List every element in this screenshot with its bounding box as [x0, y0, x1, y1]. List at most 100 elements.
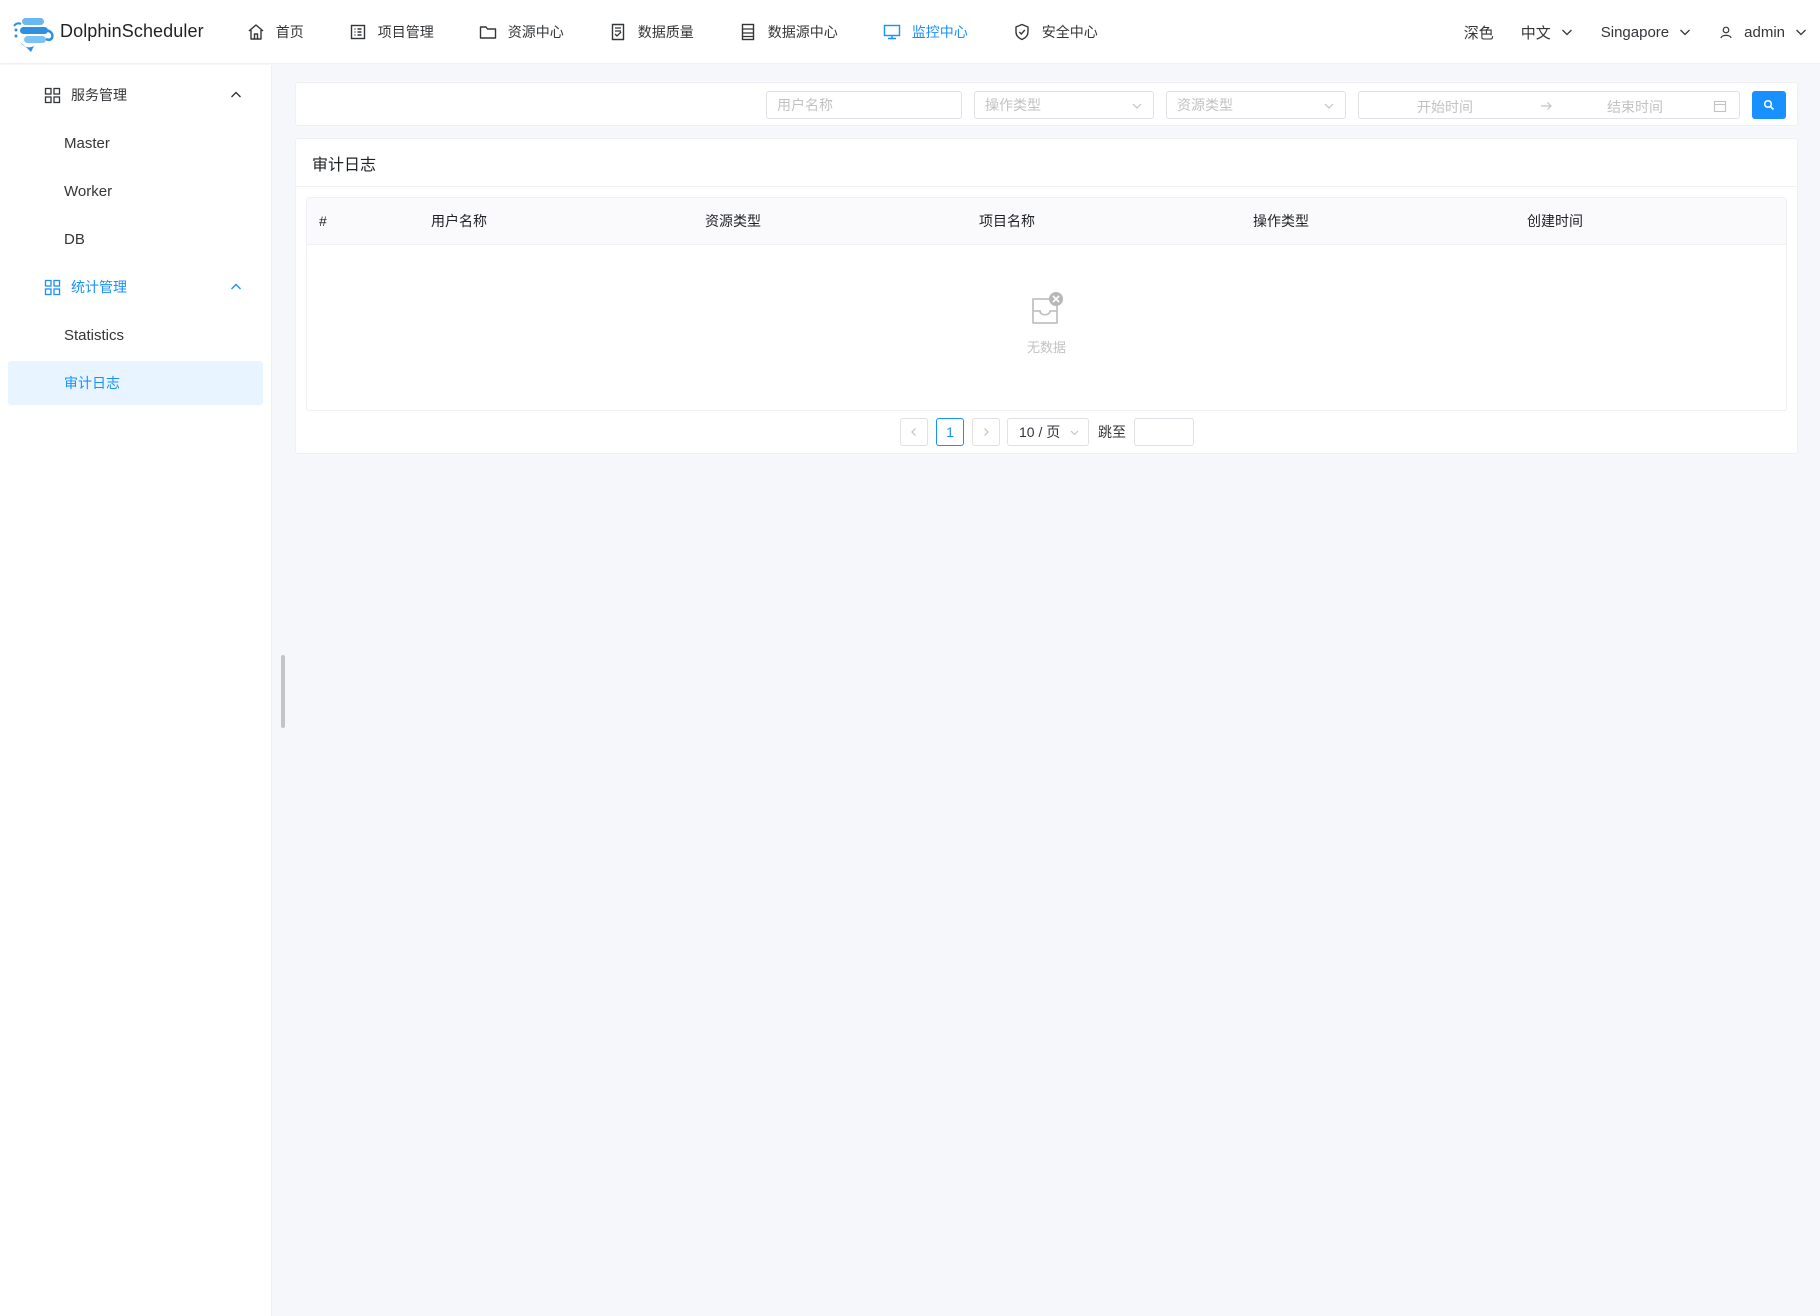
sidebar-item-db[interactable]: DB — [8, 217, 263, 261]
jump-page-input[interactable] — [1134, 418, 1194, 446]
chevron-down-icon — [1561, 29, 1572, 36]
nav-data-quality-label: 数据质量 — [637, 23, 694, 40]
user-name: admin — [1744, 23, 1785, 41]
nav-home[interactable]: 首页 — [232, 0, 326, 64]
chevron-up-icon — [231, 91, 241, 98]
page-number-button[interactable]: 1 — [936, 418, 964, 446]
chevron-down-icon — [1796, 29, 1806, 36]
column-header-user-name: 用户名称 — [431, 213, 487, 229]
user-icon — [1720, 26, 1732, 39]
operation-type-placeholder: 操作类型 — [985, 97, 1041, 113]
search-card: 用户名称 操作类型 资源类型 开始时间 结束时间 — [295, 82, 1798, 126]
theme-toggle[interactable]: 深色 — [1464, 22, 1494, 43]
chevron-down-icon — [1324, 103, 1334, 109]
data-quality-icon — [611, 23, 624, 40]
monitor-icon — [883, 24, 900, 39]
app-name: DolphinScheduler — [60, 21, 204, 41]
search-icon — [1763, 99, 1775, 111]
column-header-operation-type: 操作类型 — [1253, 213, 1309, 229]
arrow-right-icon — [1541, 102, 1552, 110]
datasource-icon — [741, 23, 754, 40]
chevron-left-icon — [911, 428, 916, 436]
audit-log-card: 审计日志 # 用户名称 资源类型 项目名称 操作类型 创建时间 无数据 1 10… — [295, 138, 1798, 454]
top-nav: 首页 项目管理 资源中心 数据质量 数据源中心 监控中心 安全中心 — [232, 0, 1120, 64]
grid-icon — [44, 87, 61, 103]
timezone-label: Singapore — [1600, 23, 1670, 41]
chevron-down-icon — [1132, 103, 1142, 109]
timezone-select[interactable]: Singapore — [1601, 24, 1692, 41]
pagination: 1 10 / 页 跳至 — [296, 418, 1797, 448]
chevron-down-icon — [1680, 29, 1691, 36]
sidebar-resize-handle[interactable] — [281, 655, 285, 728]
folder-icon — [479, 25, 496, 39]
header-tools: 深色 中文 Singapore admin — [1464, 0, 1820, 64]
nav-datasource[interactable]: 数据源中心 — [716, 0, 860, 64]
column-header-project-name: 项目名称 — [979, 213, 1035, 229]
sidebar-item-label: 审计日志 — [64, 375, 120, 391]
card-title: 审计日志 — [296, 139, 1797, 187]
home-icon — [248, 23, 264, 40]
empty-state: 无数据 — [307, 245, 1786, 411]
theme-label: 深色 — [1463, 24, 1494, 42]
empty-inbox-icon — [1032, 292, 1063, 324]
nav-project-label: 项目管理 — [377, 23, 434, 40]
user-name-input[interactable]: 用户名称 — [766, 91, 962, 119]
nav-resource-label: 资源中心 — [507, 23, 564, 40]
nav-monitor[interactable]: 监控中心 — [860, 0, 990, 64]
chevron-up-icon — [231, 283, 241, 290]
nav-project[interactable]: 项目管理 — [326, 0, 456, 64]
sidebar-item-master[interactable]: Master — [8, 121, 263, 165]
jump-label: 跳至 — [1098, 424, 1126, 440]
page-size-label: 10 / 页 — [1019, 424, 1061, 440]
top-header: DolphinScheduler 首页 项目管理 资源中心 数据质量 数据源中心… — [0, 0, 1820, 64]
column-header-resource-type: 资源类型 — [705, 213, 761, 229]
sidebar: 服务管理 Master Worker DB 统计管理 Statistics 审计… — [0, 65, 272, 1316]
operation-type-select[interactable]: 操作类型 — [974, 91, 1154, 119]
search-button[interactable] — [1752, 91, 1786, 119]
sidebar-group-label: 统计管理 — [71, 279, 127, 295]
nav-datasource-label: 数据源中心 — [767, 23, 838, 40]
nav-home-label: 首页 — [275, 23, 304, 40]
language-label: 中文 — [1520, 24, 1551, 42]
project-icon — [350, 24, 365, 39]
table-header: # 用户名称 资源类型 项目名称 操作类型 创建时间 — [307, 198, 1786, 245]
sidebar-item-statistics[interactable]: Statistics — [8, 313, 263, 357]
chevron-down-icon — [1070, 430, 1079, 436]
nav-security-label: 安全中心 — [1041, 23, 1098, 40]
empty-text: 无数据 — [1026, 340, 1066, 355]
page-size-select[interactable]: 10 / 页 — [1007, 418, 1089, 446]
user-menu[interactable]: admin — [1719, 24, 1808, 41]
sidebar-item-worker[interactable]: Worker — [8, 169, 263, 213]
end-time-placeholder[interactable]: 结束时间 — [1607, 97, 1663, 117]
column-header-create-time: 创建时间 — [1527, 213, 1583, 229]
nav-resource[interactable]: 资源中心 — [456, 0, 586, 64]
app-logo[interactable]: DolphinScheduler — [10, 0, 204, 64]
page-number: 1 — [946, 424, 954, 440]
sidebar-group-service[interactable]: 服务管理 — [8, 73, 263, 117]
start-time-placeholder[interactable]: 开始时间 — [1417, 97, 1473, 117]
sidebar-item-audit-log[interactable]: 审计日志 — [8, 361, 263, 405]
calendar-icon — [1713, 100, 1727, 113]
sidebar-item-label: Worker — [64, 182, 113, 200]
sidebar-group-label: 服务管理 — [71, 87, 127, 103]
sidebar-item-label: Statistics — [64, 326, 125, 344]
user-name-placeholder: 用户名称 — [777, 97, 833, 113]
resource-type-select[interactable]: 资源类型 — [1166, 91, 1346, 119]
chevron-right-icon — [984, 428, 989, 436]
next-page-button[interactable] — [972, 418, 1000, 446]
shield-icon — [1015, 23, 1029, 40]
column-header-index: # — [319, 213, 327, 229]
nav-security[interactable]: 安全中心 — [990, 0, 1120, 64]
dolphin-logo-icon — [13, 17, 54, 52]
audit-log-table: # 用户名称 资源类型 项目名称 操作类型 创建时间 无数据 — [306, 197, 1787, 411]
nav-monitor-label: 监控中心 — [911, 23, 968, 40]
grid-icon — [44, 279, 61, 295]
resource-type-placeholder: 资源类型 — [1177, 97, 1233, 113]
prev-page-button[interactable] — [900, 418, 928, 446]
sidebar-group-statistics[interactable]: 统计管理 — [8, 265, 263, 309]
nav-data-quality[interactable]: 数据质量 — [586, 0, 716, 64]
sidebar-item-label: DB — [64, 230, 85, 248]
sidebar-item-label: Master — [64, 134, 110, 152]
date-range-picker[interactable]: 开始时间 结束时间 — [1358, 91, 1740, 119]
language-select[interactable]: 中文 — [1521, 22, 1574, 43]
